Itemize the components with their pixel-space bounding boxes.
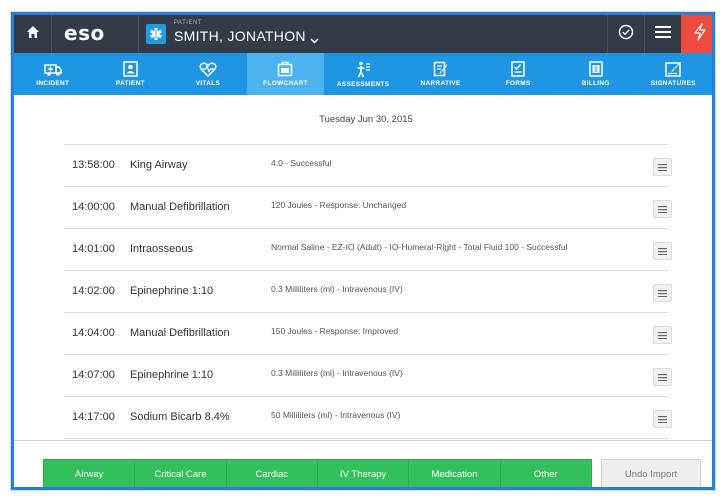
row-time: 14:07:00 xyxy=(72,369,115,381)
row-procedure: Epinephrine 1:10 xyxy=(130,285,214,297)
category-cardiac-button[interactable]: Cardiac xyxy=(227,460,318,487)
flowchart-row[interactable]: 14:04:00 Manual Defibrillation 150 Joule… xyxy=(64,313,672,355)
row-menu-button[interactable] xyxy=(653,284,672,302)
flowchart-row[interactable]: 14:07:00 Epinephrine 1:10 0.3 Milliliter… xyxy=(64,355,672,397)
flowchart-row[interactable]: 14:01:00 Intraosseous Normal Saline - EZ… xyxy=(64,229,672,271)
nav-vitals[interactable]: VITALS xyxy=(169,53,247,95)
flowchart-row[interactable]: 13:58:00 King Airway 4.0 - Successful xyxy=(64,145,672,187)
row-procedure: King Airway xyxy=(130,159,188,171)
nav-label: FLOWCHART xyxy=(263,80,308,87)
eso-logo: eso xyxy=(64,21,105,45)
ambulance-icon xyxy=(44,62,62,77)
chevron-down-icon[interactable] xyxy=(310,31,319,49)
forms-icon xyxy=(511,61,525,77)
list-menu-icon xyxy=(658,205,667,213)
row-menu-button[interactable] xyxy=(653,410,672,428)
category-airway-button[interactable]: Airway xyxy=(44,460,136,487)
list-menu-icon xyxy=(658,415,667,423)
list-menu-icon xyxy=(658,289,667,297)
list-menu-icon xyxy=(658,373,667,381)
star-of-life-icon xyxy=(146,24,166,44)
main-menu-button[interactable] xyxy=(645,15,681,53)
heartbeat-icon xyxy=(199,62,217,77)
nav-incident[interactable]: INCIDENT xyxy=(14,53,92,95)
flowchart-row[interactable]: 14:02:00 Epinephrine 1:10 0.3 Milliliter… xyxy=(64,271,672,313)
row-detail: Normal Saline - EZ-IO (Adult) - IO-Humer… xyxy=(271,242,568,252)
category-medication-button[interactable]: Medication xyxy=(409,460,501,487)
row-time: 14:04:00 xyxy=(72,327,115,339)
row-detail: 120 Joules - Response: Unchanged xyxy=(271,200,407,210)
body-icon xyxy=(355,61,371,78)
row-detail: 0.3 Milliliters (ml) - Intravenous (IV) xyxy=(271,368,403,378)
home-icon xyxy=(26,25,40,44)
row-menu-button[interactable] xyxy=(653,242,672,260)
check-circle-icon xyxy=(618,24,634,45)
nav-billing[interactable]: BILLING xyxy=(557,53,635,95)
flowchart-list: 13:58:00 King Airway 4.0 - Successful 14… xyxy=(64,145,672,439)
category-critical-care-button[interactable]: Critical Care xyxy=(135,460,227,487)
alert-flash-icon xyxy=(693,22,707,46)
patient-caption: PATIENT xyxy=(174,20,202,26)
nav-signatures[interactable]: SIGNATURES xyxy=(635,53,713,95)
row-time: 14:17:00 xyxy=(72,411,115,423)
patient-name[interactable]: SMITH, JONATHON xyxy=(174,28,306,44)
section-nav: INCIDENT PATIENT VITALS FLOWCHART ASSESS… xyxy=(14,53,712,95)
row-procedure: Manual Defibrillation xyxy=(130,201,230,213)
row-procedure: Sodium Bicarb 8.4% xyxy=(130,411,230,423)
row-procedure: Epinephrine 1:10 xyxy=(130,369,214,381)
pencil-doc-icon xyxy=(433,61,449,77)
home-button[interactable] xyxy=(14,15,52,53)
nav-label: VITALS xyxy=(195,79,221,87)
category-button-group: Airway Critical Care Cardiac IV Therapy … xyxy=(43,459,592,487)
nav-narrative[interactable]: NARRATIVE xyxy=(402,53,480,95)
nav-label: BILLING xyxy=(581,80,610,87)
list-menu-icon xyxy=(658,247,667,255)
app-window: eso PATIENT SMITH, JONATHON INCIDENT PAT… xyxy=(11,12,715,490)
row-menu-button[interactable] xyxy=(653,368,672,386)
nav-patient[interactable]: PATIENT xyxy=(92,53,170,95)
nav-label: ASSESSMENTS xyxy=(336,80,390,88)
undo-import-button[interactable]: Undo Import xyxy=(601,459,701,487)
nav-forms[interactable]: FORMS xyxy=(479,53,557,95)
divider xyxy=(138,15,139,53)
category-iv-therapy-button[interactable]: IV Therapy xyxy=(318,460,410,487)
row-procedure: Intraosseous xyxy=(130,243,193,255)
bottom-toolbar: Airway Critical Care Cardiac IV Therapy … xyxy=(14,440,712,487)
category-other-button[interactable]: Other xyxy=(501,460,591,487)
row-menu-button[interactable] xyxy=(653,200,672,218)
row-time: 14:00:00 xyxy=(72,201,115,213)
flowchart-row[interactable]: 14:17:00 Sodium Bicarb 8.4% 50 Millilite… xyxy=(64,397,672,439)
row-menu-button[interactable] xyxy=(653,326,672,344)
patient-card-icon xyxy=(123,61,138,77)
signature-icon xyxy=(665,61,682,77)
billing-icon xyxy=(588,61,603,77)
flowchart-icon xyxy=(277,61,293,77)
list-menu-icon xyxy=(658,163,667,171)
nav-label: PATIENT xyxy=(115,80,145,87)
row-detail: 0.3 Milliliters (ml) - Intravenous (IV) xyxy=(271,284,403,294)
list-menu-icon xyxy=(658,331,667,339)
nav-flowchart[interactable]: FLOWCHART xyxy=(246,53,325,95)
nav-label: INCIDENT xyxy=(36,79,70,87)
flowchart-content: Tuesday Jun 30, 2015 13:58:00 King Airwa… xyxy=(14,95,712,440)
row-time: 14:01:00 xyxy=(72,243,115,255)
hamburger-menu-icon xyxy=(655,25,671,44)
nav-label: SIGNATURES xyxy=(650,80,696,87)
row-time: 14:02:00 xyxy=(72,285,115,297)
complete-button[interactable] xyxy=(608,15,644,53)
nav-assessments[interactable]: ASSESSMENTS xyxy=(324,53,402,95)
date-header: Tuesday Jun 30, 2015 xyxy=(64,95,668,145)
row-procedure: Manual Defibrillation xyxy=(130,327,230,339)
nav-label: FORMS xyxy=(505,80,531,87)
row-menu-button[interactable] xyxy=(653,158,672,176)
row-detail: 150 Joules - Response: Improved xyxy=(271,326,399,336)
top-bar: eso PATIENT SMITH, JONATHON xyxy=(14,15,712,53)
nav-label: NARRATIVE xyxy=(420,80,461,87)
flowchart-row[interactable]: 14:00:00 Manual Defibrillation 120 Joule… xyxy=(64,187,672,229)
row-detail: 50 Milliliters (ml) - Intravenous (IV) xyxy=(271,410,401,420)
row-detail: 4.0 - Successful xyxy=(271,158,332,168)
row-time: 13:58:00 xyxy=(72,159,115,171)
alert-button[interactable] xyxy=(681,15,712,53)
